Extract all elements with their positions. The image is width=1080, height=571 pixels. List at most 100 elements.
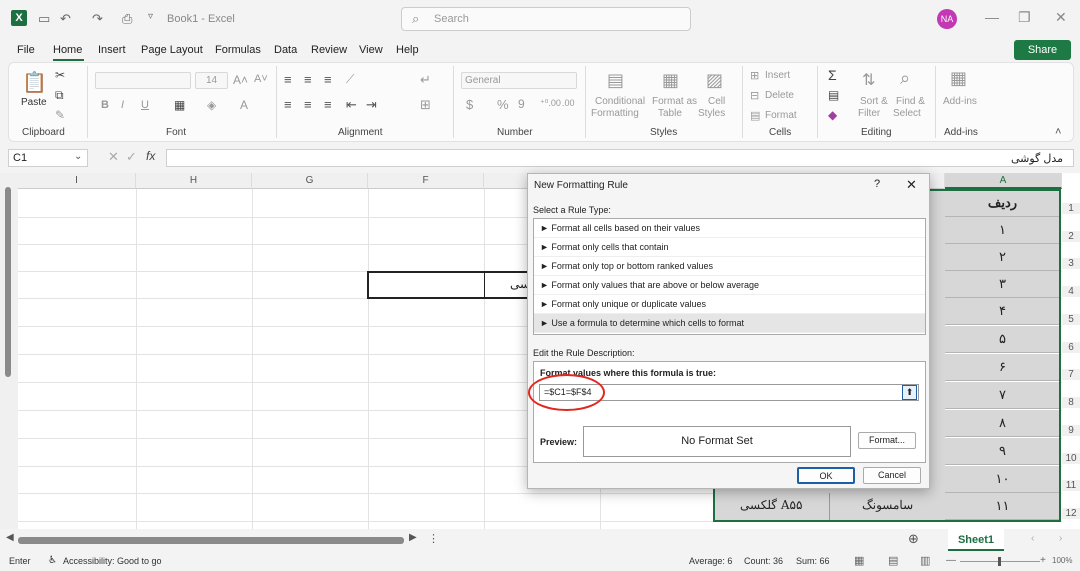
avatar[interactable]: NA <box>937 9 957 29</box>
chevron-down-icon[interactable]: ⌄ <box>74 151 82 162</box>
clear-icon[interactable]: ◆ <box>828 108 837 122</box>
page-break-icon[interactable]: ▥ <box>920 554 930 567</box>
customize-qat-icon[interactable]: ▿ <box>148 11 153 22</box>
cancel-entry-icon[interactable]: ✕ <box>108 149 119 165</box>
row-header-7[interactable]: 7 <box>1062 369 1080 380</box>
cell-label[interactable]: Cell <box>708 96 725 107</box>
horizontal-scrollbar[interactable] <box>18 537 404 544</box>
conditional-label[interactable]: Conditional <box>595 96 645 107</box>
currency-icon[interactable]: $ <box>466 97 473 112</box>
search-input[interactable]: ⌕ Search <box>401 7 691 31</box>
more-options-icon[interactable]: ⋮ <box>428 532 439 545</box>
align-left-icon[interactable]: ≡ <box>284 97 292 112</box>
row-header-11[interactable]: 11 <box>1062 480 1080 491</box>
tab-insert[interactable]: Insert <box>98 44 126 56</box>
underline-icon[interactable]: U <box>141 99 149 111</box>
delete-label[interactable]: Delete <box>765 90 794 101</box>
bold-icon[interactable]: B <box>101 99 109 111</box>
font-color-icon[interactable]: A <box>240 98 248 112</box>
vertical-scrollbar[interactable] <box>5 187 11 377</box>
format-cells-icon[interactable]: ▤ <box>750 109 760 122</box>
close-icon[interactable]: ✕ <box>906 177 917 193</box>
find-select-icon[interactable]: ⌕ <box>900 68 910 89</box>
share-button[interactable]: Share <box>1014 40 1071 60</box>
formula-input[interactable]: مدل گوشی <box>166 149 1074 167</box>
row-header-5[interactable]: 5 <box>1062 314 1080 325</box>
conditional-formatting-icon[interactable]: ▤ <box>607 70 624 91</box>
help-icon[interactable]: ? <box>874 178 880 190</box>
align-center-icon[interactable]: ≡ <box>304 97 312 112</box>
cell-styles-icon[interactable]: ▨ <box>706 70 723 91</box>
rule-option-selected[interactable]: ► Use a formula to determine which cells… <box>534 314 925 333</box>
row-header-8[interactable]: 8 <box>1062 397 1080 408</box>
paste-icon[interactable]: 📋 <box>22 70 47 95</box>
decrease-decimal-icon[interactable]: .00 <box>562 98 575 108</box>
prev-sheet-icon[interactable]: ‹ <box>1031 533 1034 544</box>
rule-option[interactable]: ► Format only values that are above or b… <box>534 276 925 295</box>
fill-color-icon[interactable]: ◈ <box>207 98 216 112</box>
font-name-combo[interactable] <box>95 72 191 89</box>
confirm-entry-icon[interactable]: ✓ <box>126 149 137 165</box>
page-layout-icon[interactable]: ▤ <box>888 554 898 567</box>
print-icon[interactable]: ⎙ <box>122 11 132 27</box>
insert-function-icon[interactable]: fx <box>146 149 155 163</box>
cut-icon[interactable]: ✂ <box>55 68 65 82</box>
tab-formulas[interactable]: Formulas <box>215 44 261 56</box>
column-header-f[interactable]: F <box>368 173 484 189</box>
row-header-2[interactable]: 2 <box>1062 231 1080 242</box>
tab-view[interactable]: View <box>359 44 383 56</box>
format-label[interactable]: Format <box>765 110 797 121</box>
cancel-button[interactable]: Cancel <box>863 467 921 484</box>
delete-cells-icon[interactable]: ⊟ <box>750 89 759 102</box>
format-painter-icon[interactable]: ✎ <box>55 108 65 122</box>
fill-icon[interactable]: ▤ <box>828 88 839 102</box>
zoom-out-icon[interactable]: — <box>946 555 956 566</box>
comma-icon[interactable]: 9 <box>518 97 525 111</box>
row-header-10[interactable]: 10 <box>1062 453 1080 464</box>
copy-icon[interactable]: ⧉ <box>55 88 64 103</box>
tab-file[interactable]: File <box>17 44 35 56</box>
table-label[interactable]: Table <box>658 108 682 119</box>
row-header-12[interactable]: 12 <box>1062 508 1080 519</box>
find-label[interactable]: Find & <box>896 96 925 107</box>
align-right-icon[interactable]: ≡ <box>324 97 332 112</box>
ok-button[interactable]: OK <box>797 467 855 484</box>
tab-sheet1[interactable]: Sheet1 <box>948 529 1004 551</box>
wrap-text-icon[interactable]: ↵ <box>420 72 431 88</box>
autosum-icon[interactable]: Σ <box>828 67 837 83</box>
sort-filter-icon[interactable]: ⇅ <box>862 70 875 90</box>
add-sheet-icon[interactable]: ⊕ <box>908 531 919 547</box>
rule-option[interactable]: ► Format only top or bottom ranked value… <box>534 257 925 276</box>
increase-decimal-icon[interactable]: ⁺⁰.00 <box>540 98 561 109</box>
rule-option[interactable]: ► Format only unique or duplicate values <box>534 295 925 314</box>
align-middle-icon[interactable]: ≡ <box>304 72 312 87</box>
rule-option[interactable]: ► Format only cells that contain <box>534 238 925 257</box>
next-sheet-icon[interactable]: › <box>1059 533 1062 544</box>
decrease-indent-icon[interactable]: ⇤ <box>346 97 357 113</box>
tab-review[interactable]: Review <box>311 44 347 56</box>
increase-indent-icon[interactable]: ⇥ <box>366 97 377 113</box>
font-size-combo[interactable]: 14 <box>195 72 228 89</box>
add-ins-label[interactable]: Add-ins <box>943 96 977 107</box>
column-header-g[interactable]: G <box>252 173 368 189</box>
column-header-i[interactable]: I <box>18 173 136 189</box>
tab-help[interactable]: Help <box>396 44 419 56</box>
percent-icon[interactable]: % <box>497 97 509 112</box>
zoom-level[interactable]: 100% <box>1052 556 1072 565</box>
row-header-3[interactable]: 3 <box>1062 258 1080 269</box>
format-button[interactable]: Format... <box>858 432 916 449</box>
column-header-h[interactable]: H <box>136 173 252 189</box>
restore-icon[interactable]: ❐ <box>1018 9 1031 26</box>
row-header-9[interactable]: 9 <box>1062 425 1080 436</box>
align-bottom-icon[interactable]: ≡ <box>324 72 332 87</box>
accessibility-icon[interactable]: ♿ <box>48 555 57 566</box>
row-header-1[interactable]: 1 <box>1062 203 1080 214</box>
insert-label[interactable]: Insert <box>765 70 790 81</box>
align-top-icon[interactable]: ≡ <box>284 72 292 87</box>
tab-data[interactable]: Data <box>274 44 297 56</box>
format-as-table-icon[interactable]: ▦ <box>662 70 679 91</box>
borders-icon[interactable]: ▦ <box>174 98 185 112</box>
paste-label[interactable]: Paste <box>21 97 47 108</box>
filter-label[interactable]: Filter <box>858 108 880 119</box>
normal-view-icon[interactable]: ▦ <box>854 554 864 567</box>
